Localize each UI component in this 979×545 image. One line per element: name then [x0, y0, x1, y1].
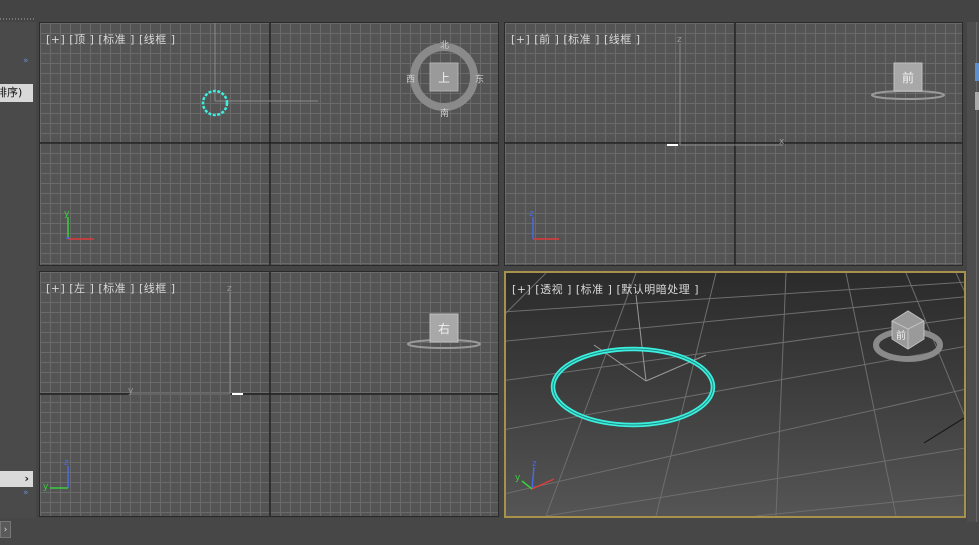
viewport-perspective-canvas[interactable] — [506, 273, 964, 516]
viewport-label[interactable]: [+] [左 ] [标准 ] [线框 ] — [46, 280, 176, 296]
axis-label-z: z — [532, 459, 537, 469]
viewport-front[interactable]: [+] [前 ] [标准 ] [线框 ] 前 z x z — [504, 22, 963, 266]
right-panel — [967, 22, 979, 522]
viewport-top-canvas[interactable] — [40, 23, 499, 266]
axis-label-y: y — [515, 473, 521, 483]
axis-label-y: y — [43, 482, 49, 492]
viewport-label[interactable]: [+] [前 ] [标准 ] [线框 ] — [511, 31, 641, 47]
axis-label-z: z — [64, 458, 69, 468]
expand-bottom-button[interactable]: › — [0, 521, 11, 538]
viewport-front-canvas[interactable] — [505, 23, 963, 266]
cube-face-label: 前 — [902, 71, 915, 85]
chevron-right-icon: › — [24, 472, 29, 485]
tab-indicator[interactable] — [975, 92, 979, 110]
axis-label-z: z — [529, 209, 534, 219]
viewport-label[interactable]: [+] [顶 ] [标准 ] [线框 ] — [46, 31, 176, 47]
toolbar-grip[interactable] — [0, 18, 34, 20]
viewport-left-canvas[interactable] — [40, 272, 499, 517]
perspective-grid — [506, 273, 964, 516]
viewport-label[interactable]: [+] [透视 ] [标准 ] [默认明暗处理 ] — [512, 281, 699, 297]
axis-gizmo — [50, 466, 69, 489]
active-tab-indicator[interactable] — [975, 63, 979, 81]
top-toolbar — [0, 0, 979, 22]
expand-panel-button[interactable]: › — [0, 471, 33, 487]
cube-face-label: 右 — [438, 322, 451, 336]
axis-label-x: x — [779, 137, 785, 147]
viewport-left[interactable]: [+] [左 ] [标准 ] [线框 ] 右 z y z y — [39, 271, 499, 517]
compass-south-label: 南 — [440, 109, 450, 119]
axis-gizmo — [532, 217, 559, 240]
compass-east-label: 东 — [475, 75, 485, 85]
view-cube-perspective[interactable] — [873, 310, 943, 362]
sort-tab[interactable]: 排序) — [0, 84, 33, 102]
cube-face-label: 上 — [438, 71, 451, 85]
collapse-chevron-icon[interactable]: » — [23, 56, 28, 66]
cube-face-label: 前 — [896, 331, 906, 342]
axis-label-z: z — [677, 35, 682, 45]
axis-label-y: y — [128, 386, 134, 396]
viewport-perspective[interactable]: [+] [透视 ] [标准 ] [默认明暗处理 ] 前 z y — [504, 271, 966, 518]
axis-gizmo — [521, 466, 555, 490]
collapse-chevron-icon[interactable]: » — [23, 488, 28, 498]
compass-west-label: 西 — [406, 75, 416, 85]
axis-label-y: y — [64, 209, 70, 219]
compass-north-label: 北 — [440, 41, 450, 51]
status-bar — [0, 518, 979, 545]
viewport-top[interactable]: [+] [顶 ] [标准 ] [线框 ] 上 北 南 东 西 y — [39, 22, 499, 266]
axis-gizmo — [66, 217, 94, 240]
axis-label-z: z — [227, 284, 232, 294]
